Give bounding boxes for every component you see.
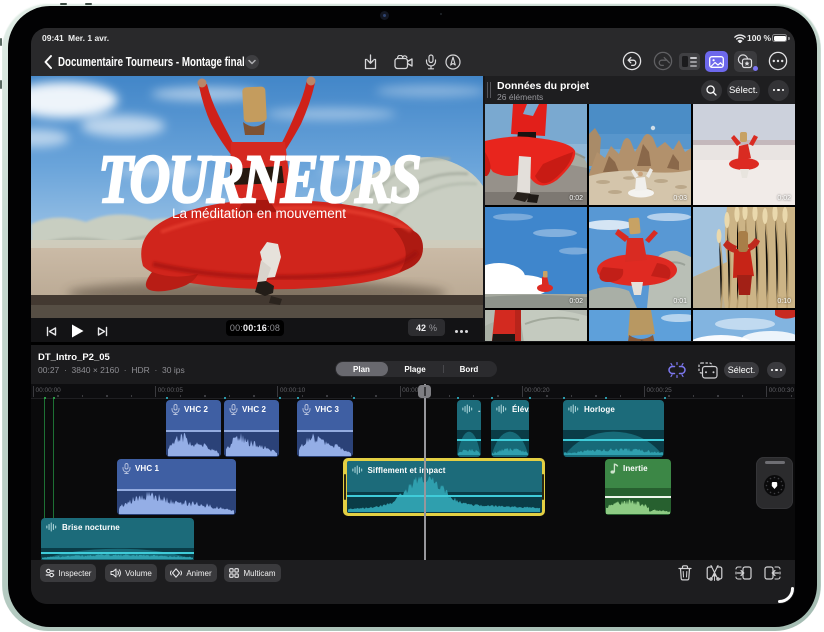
svg-text:La méditation en mouvement: La méditation en mouvement <box>172 206 346 221</box>
